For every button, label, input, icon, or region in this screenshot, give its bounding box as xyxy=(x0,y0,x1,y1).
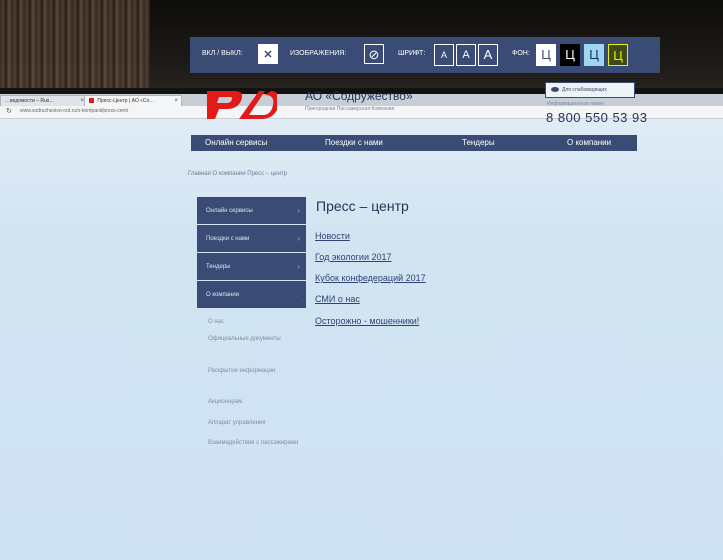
sidebar-item-about[interactable]: О компании ⌄ xyxy=(197,281,306,308)
images-label: ИЗОБРАЖЕНИЯ: xyxy=(290,50,347,57)
press-link-media-about-us[interactable]: СМИ о нас xyxy=(315,294,360,304)
press-link-confederations-cup[interactable]: Кубок конфедераций 2017 xyxy=(315,273,426,283)
sidebar-item-online-services[interactable]: Онлайн сервисы › xyxy=(197,197,306,224)
sidebar-item-label: О компании xyxy=(206,292,240,298)
font-large-button[interactable]: А xyxy=(478,44,498,66)
sidebar-item-tenders[interactable]: Тендеры › xyxy=(197,253,306,280)
wooden-wall-photo xyxy=(0,0,150,92)
bg-blue-button[interactable]: Ц xyxy=(584,44,604,66)
sidebar-subitem-disclosure[interactable]: Раскрытие информации xyxy=(208,367,303,375)
url-text[interactable]: www.sodruzhestvo-rzd.ru/o-kompanii/press… xyxy=(20,108,128,114)
bg-white-button[interactable]: Ц xyxy=(536,44,556,66)
chevron-right-icon: › xyxy=(297,234,300,243)
browser-screen: …ведомости – Rus… × Пресс-Центр | АО «Со… xyxy=(0,94,723,560)
images-off-icon[interactable]: ⊘ xyxy=(364,44,384,64)
chevron-down-icon: ⌄ xyxy=(294,292,300,299)
hotline-label: Информационная линия xyxy=(547,101,605,107)
bg-label: ФОН: xyxy=(512,50,530,57)
tab-label: …ведомости – Rus… xyxy=(5,98,55,104)
nav-item-trips[interactable]: Поездки с нами xyxy=(325,138,383,147)
tab-label: Пресс-Центр | АО «Со… xyxy=(97,98,155,104)
sidebar-item-label: Поездки с нами xyxy=(206,236,250,242)
chevron-right-icon: › xyxy=(297,262,300,271)
sidebar-item-trips[interactable]: Поездки с нами › xyxy=(197,225,306,252)
sidebar-item-label: Тендеры xyxy=(206,264,231,270)
sidebar-subitem-shareholders[interactable]: Акционерам xyxy=(208,398,303,406)
nav-item-tenders[interactable]: Тендеры xyxy=(462,138,495,147)
nav-item-online-services[interactable]: Онлайн сервисы xyxy=(205,138,267,147)
org-subtitle: Пригородная Пассажирская Компания xyxy=(305,106,395,112)
sidebar-subitem-about-us[interactable]: О нас xyxy=(208,318,303,326)
bg-green-button[interactable]: Ц xyxy=(608,44,628,66)
font-small-button[interactable]: А xyxy=(434,44,454,66)
toggle-label: ВКЛ / ВЫКЛ: xyxy=(202,50,243,57)
breadcrumb[interactable]: Главная О компании Пресс – центр xyxy=(188,171,287,177)
nav-item-about[interactable]: О компании xyxy=(567,138,611,147)
sidebar-subitem-management[interactable]: Аппарат управления xyxy=(208,419,303,427)
main-nav: Онлайн сервисы Поездки с нами Тендеры О … xyxy=(191,135,637,151)
sidebar-item-label: Онлайн сервисы xyxy=(206,208,253,214)
eye-icon xyxy=(551,87,559,92)
press-link-fraud-warning[interactable]: Осторожно - мошенники! xyxy=(315,316,419,326)
org-name: АО «Содружество» xyxy=(305,89,413,103)
phone-number[interactable]: 8 800 550 53 93 xyxy=(546,110,647,125)
toggle-close-icon[interactable]: ✕ xyxy=(258,44,278,64)
press-link-ecology-year[interactable]: Год экологии 2017 xyxy=(315,252,392,262)
bg-black-button[interactable]: Ц xyxy=(560,44,580,66)
page-title: Пресс – центр xyxy=(316,198,409,214)
reload-icon[interactable]: ↻ xyxy=(6,107,12,115)
font-label: ШРИФТ: xyxy=(398,50,426,57)
accessibility-panel: ВКЛ / ВЫКЛ: ✕ ИЗОБРАЖЕНИЯ: ⊘ ШРИФТ: А А … xyxy=(190,37,660,73)
font-medium-button[interactable]: А xyxy=(456,44,476,66)
press-link-news[interactable]: Новости xyxy=(315,231,350,241)
browser-tab-active[interactable]: Пресс-Центр | АО «Со… × xyxy=(84,95,182,106)
rzd-logo[interactable] xyxy=(205,85,277,121)
browser-tab[interactable]: …ведомости – Rus… × xyxy=(0,95,88,106)
sidebar-subitem-passengers[interactable]: Взаимодействие с пассажирами xyxy=(208,439,303,447)
sidebar-subitem-official-docs[interactable]: Официальные документы xyxy=(208,335,303,343)
low-vision-button[interactable]: Для слабовидящих xyxy=(545,82,635,98)
low-vision-label: Для слабовидящих xyxy=(562,87,607,93)
chevron-right-icon: › xyxy=(297,206,300,215)
close-icon[interactable]: × xyxy=(174,96,178,106)
rzd-favicon-icon xyxy=(89,98,94,104)
